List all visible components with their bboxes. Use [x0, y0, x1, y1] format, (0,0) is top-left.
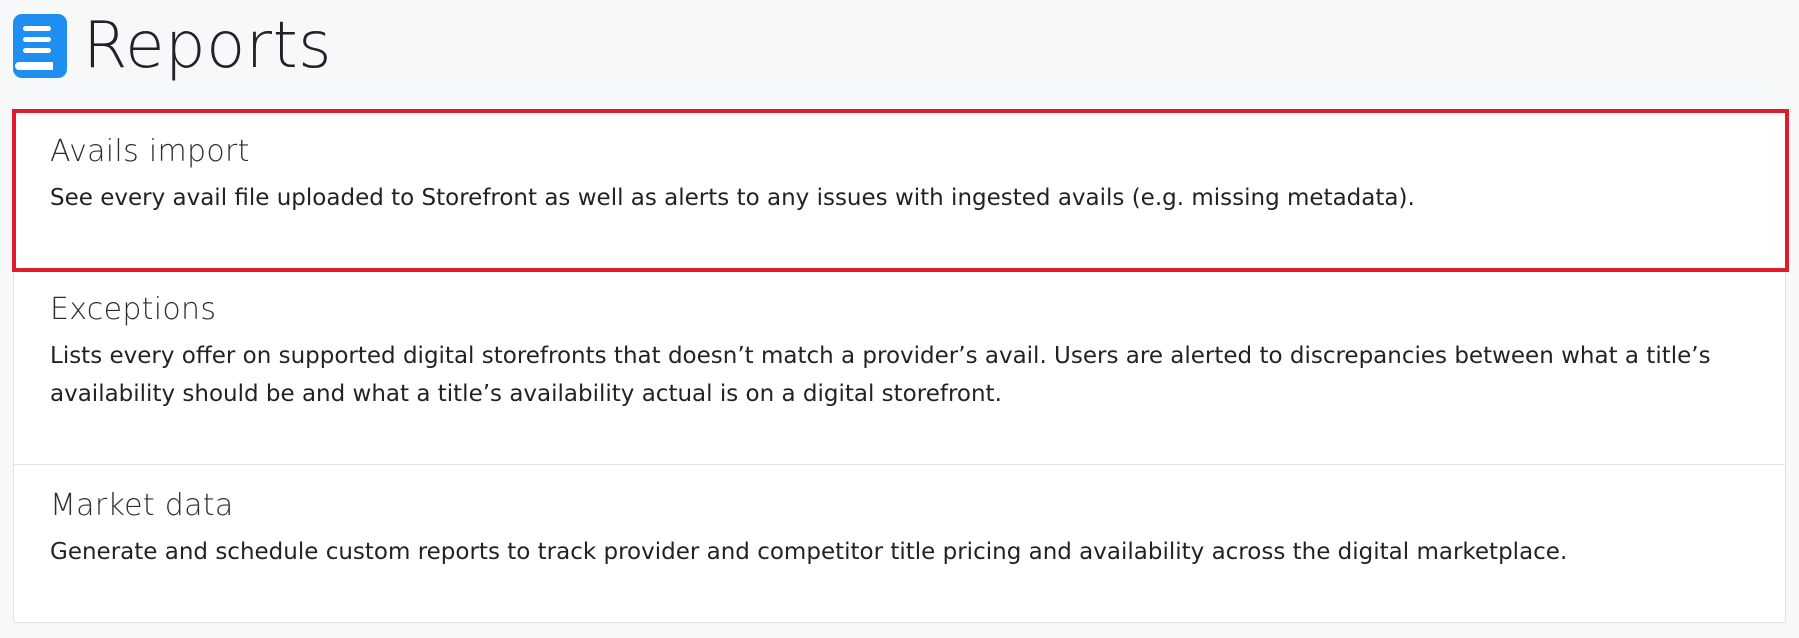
report-title: Market data [50, 488, 234, 523]
report-title: Exceptions [50, 292, 217, 327]
report-description: Generate and schedule custom reports to … [50, 539, 1568, 565]
report-description: See every avail file uploaded to Storefr… [50, 185, 1415, 211]
page-title: Reports [83, 9, 332, 83]
report-description: Lists every offer on supported digital s… [50, 343, 1711, 407]
report-title: Avails import [50, 134, 250, 169]
report-item-avails-import[interactable]: Avails import See every avail file uploa… [14, 111, 1785, 269]
report-item-market-data[interactable]: Market data Generate and schedule custom… [14, 465, 1785, 623]
report-list: Avails import See every avail file uploa… [13, 110, 1786, 623]
book-icon [13, 14, 67, 78]
page-header: Reports [13, 6, 332, 86]
report-item-exceptions[interactable]: Exceptions Lists every offer on supporte… [14, 269, 1785, 465]
